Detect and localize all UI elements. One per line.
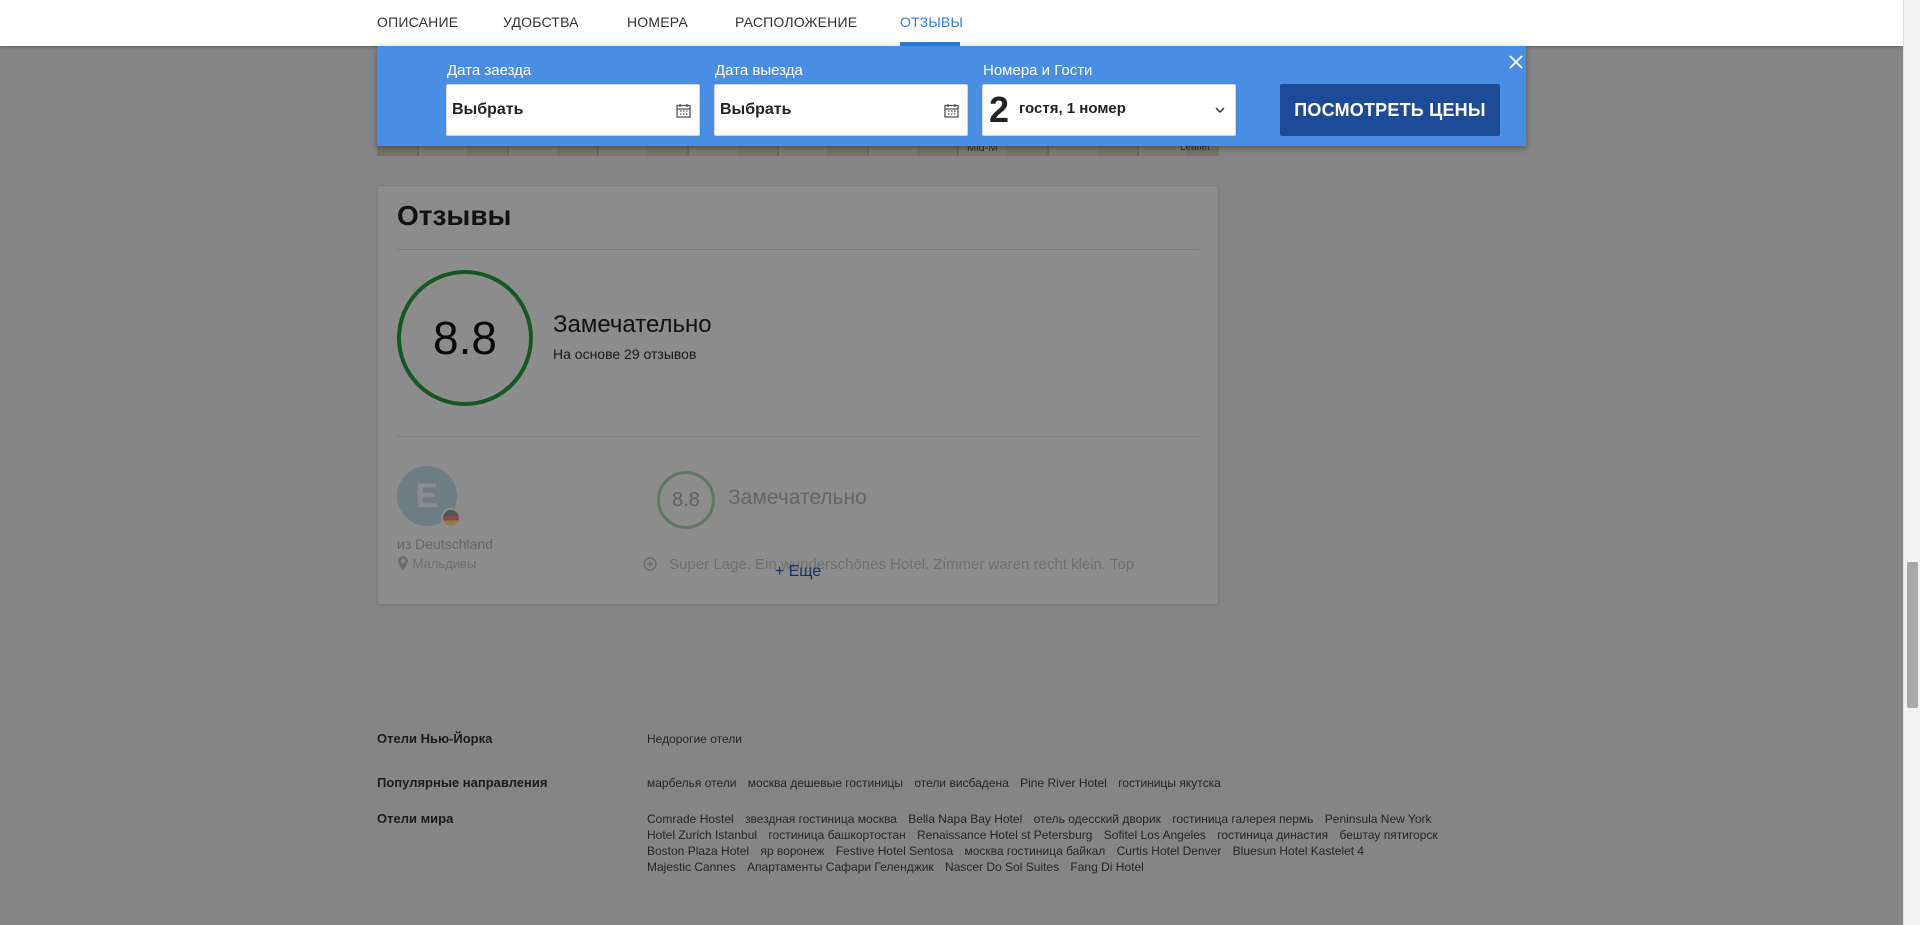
guests-text: гостя, 1 номер — [1019, 100, 1126, 117]
checkout-field[interactable]: Выбрать — [714, 84, 968, 136]
guests-selector[interactable]: 2 гостя, 1 номер — [982, 84, 1236, 136]
checkin-field[interactable]: Выбрать — [446, 84, 700, 136]
chevron-down-icon — [1215, 107, 1225, 114]
tab-rooms[interactable]: НОМЕРА — [627, 14, 688, 30]
tab-description[interactable]: ОПИСАНИЕ — [377, 14, 458, 30]
close-icon[interactable] — [1508, 54, 1524, 70]
calendar-icon — [676, 104, 691, 118]
scrollbar[interactable] — [1903, 0, 1920, 925]
tab-reviews[interactable]: ОТЗЫВЫ — [900, 14, 963, 30]
search-bar: Дата заезда Выбрать Дата выезда Выбрать … — [377, 46, 1526, 146]
checkin-value: Выбрать — [452, 101, 524, 118]
view-prices-button[interactable]: ПОСМОТРЕТЬ ЦЕНЫ — [1280, 84, 1500, 136]
tab-amenities[interactable]: УДОБСТВА — [503, 14, 579, 30]
calendar-icon — [944, 104, 959, 118]
top-nav: ОПИСАНИЕ УДОБСТВА НОМЕРА РАСПОЛОЖЕНИЕ ОТ… — [0, 0, 1903, 46]
checkin-label: Дата заезда — [447, 62, 532, 79]
checkout-label: Дата выезда — [715, 62, 803, 79]
scrollbar-thumb[interactable] — [1907, 562, 1918, 708]
guests-count: 2 — [989, 89, 1010, 130]
checkout-value: Выбрать — [720, 101, 792, 118]
tab-location[interactable]: РАСПОЛОЖЕНИЕ — [735, 14, 857, 30]
guests-label: Номера и Гости — [983, 62, 1093, 79]
